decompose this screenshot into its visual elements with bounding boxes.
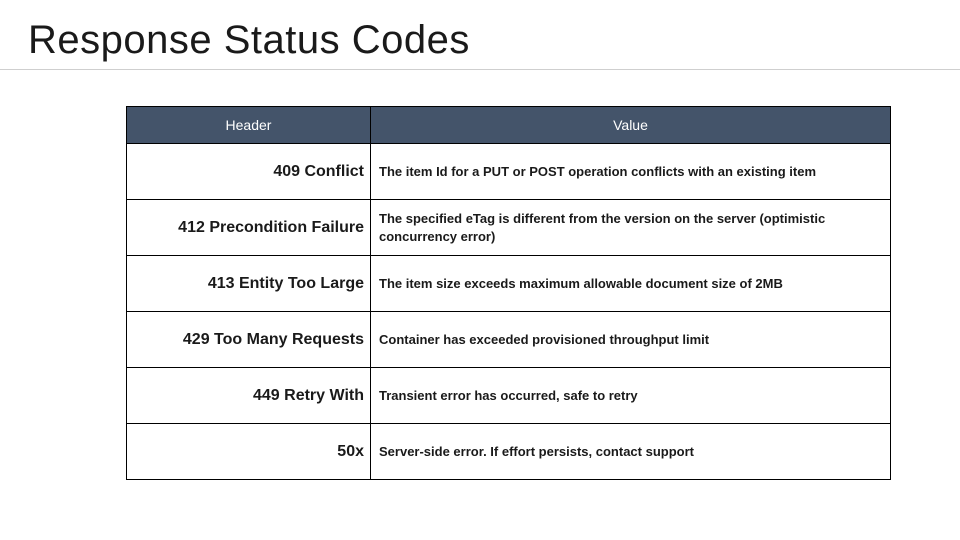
col-header-value: Value [371,107,891,144]
table-row: 449 Retry With Transient error has occur… [127,368,891,424]
status-desc: The item size exceeds maximum allowable … [371,256,891,312]
col-header-header: Header [127,107,371,144]
table-header-row: Header Value [127,107,891,144]
status-code: 449 Retry With [127,368,371,424]
status-code: 429 Too Many Requests [127,312,371,368]
status-code: 413 Entity Too Large [127,256,371,312]
table-row: 50x Server-side error. If effort persist… [127,424,891,480]
status-desc: The item Id for a PUT or POST operation … [371,144,891,200]
title-underline [0,69,960,70]
status-desc: Transient error has occurred, safe to re… [371,368,891,424]
status-desc: Server-side error. If effort persists, c… [371,424,891,480]
table-row: 429 Too Many Requests Container has exce… [127,312,891,368]
status-code: 409 Conflict [127,144,371,200]
status-desc: Container has exceeded provisioned throu… [371,312,891,368]
status-desc: The specified eTag is different from the… [371,200,891,256]
page-title: Response Status Codes [28,18,932,63]
table-row: 412 Precondition Failure The specified e… [127,200,891,256]
status-code: 50x [127,424,371,480]
table-row: 409 Conflict The item Id for a PUT or PO… [127,144,891,200]
table-row: 413 Entity Too Large The item size excee… [127,256,891,312]
status-codes-table: Header Value 409 Conflict The item Id fo… [126,106,891,480]
status-code: 412 Precondition Failure [127,200,371,256]
status-codes-table-wrap: Header Value 409 Conflict The item Id fo… [126,106,890,480]
slide: Response Status Codes Header Value 409 C… [0,0,960,540]
